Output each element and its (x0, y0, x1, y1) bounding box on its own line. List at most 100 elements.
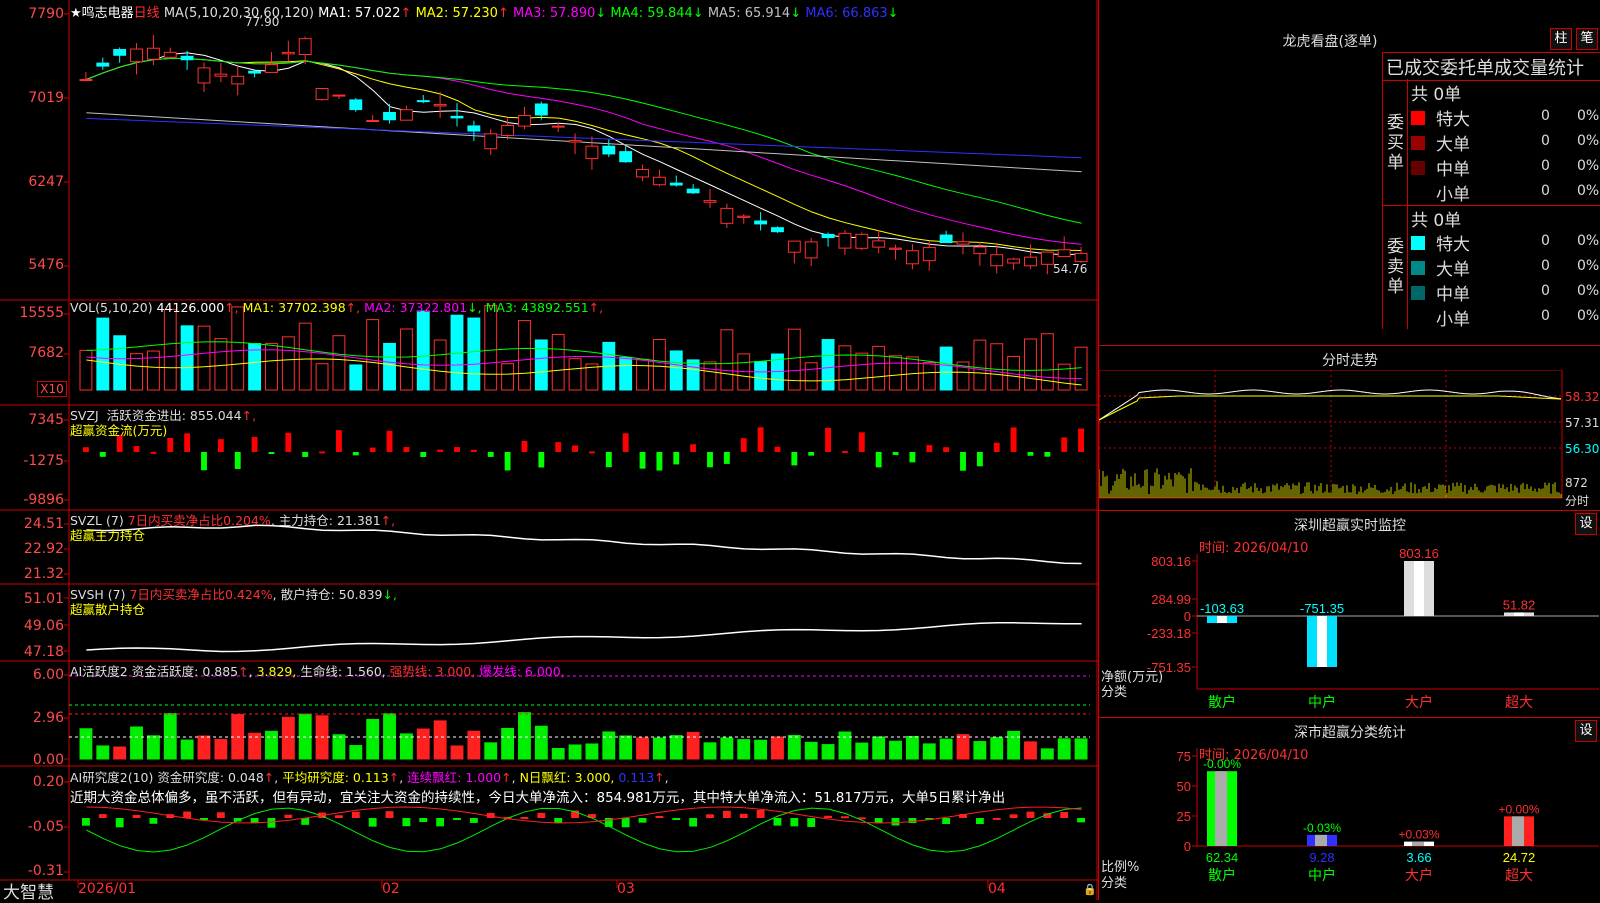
intraday-vol-unit: 分时 (1565, 494, 1590, 508)
svzj-bar (234, 452, 241, 469)
ma-line-2 (86, 57, 1082, 251)
candle (872, 240, 886, 248)
ai-research-bar (216, 812, 225, 818)
candle (1074, 252, 1088, 263)
class-axis-label: 25 (1177, 809, 1191, 824)
class-axis-label: 75 (1177, 749, 1191, 764)
svzl-axis-0: 24.51 (23, 516, 64, 532)
vol-arrow: ↑, (224, 300, 243, 315)
ai-active-bar (433, 720, 447, 760)
order-stat-title: 已成交委托单成交量统计 (1386, 58, 1584, 79)
ai-active-bar (366, 718, 380, 760)
ai-active-bar (585, 743, 599, 760)
ma-line-6 (86, 117, 1082, 159)
ai-research-bar (807, 818, 816, 827)
bar-mode-button[interactable]: 柱 (1550, 28, 1572, 50)
sz-class-axis-title2: 分类 (1101, 876, 1128, 891)
sell-row-pct-2: 0% (1577, 283, 1600, 299)
volume-bar (551, 333, 565, 391)
class-category-label: 大户 (1405, 867, 1433, 884)
intraday-axis-0: 58.32 (1565, 390, 1600, 404)
volume-bar (754, 361, 768, 391)
class-bar-highlight (1315, 834, 1327, 846)
tick-mode-button[interactable]: 笔 (1576, 28, 1598, 50)
price-axis-0: 7790 (28, 6, 64, 22)
volume-bar (636, 358, 649, 391)
vol-unit-button[interactable]: X10 (37, 381, 67, 397)
favorite-star-icon[interactable]: ★ (70, 6, 82, 21)
ai-research-bar (773, 818, 782, 826)
volume-bar (922, 362, 936, 391)
volume-bar (281, 336, 295, 391)
candle (197, 67, 211, 84)
ai-research-bar (1077, 818, 1085, 823)
ai-research-bar (436, 818, 445, 827)
volume-bar (315, 363, 329, 391)
ai-research-bar (149, 818, 158, 824)
svsh-line (86, 622, 1082, 653)
buy-side-label: 委买单 (1387, 113, 1404, 173)
ai-research-bar (891, 818, 900, 826)
candle (467, 125, 481, 132)
vol-ma-value-3: MA3: 43892.551 (485, 300, 589, 315)
svzj-bar (858, 432, 865, 452)
volume-bar (214, 338, 228, 391)
ai-active-bar (804, 741, 818, 760)
lock-icon[interactable]: 🔒 (1083, 883, 1097, 896)
class-axis-label: 0 (1184, 839, 1191, 854)
svzj-bar (791, 452, 798, 466)
period-label[interactable]: 日线 (134, 6, 160, 21)
candle (383, 112, 396, 121)
svzj-bar (926, 445, 933, 452)
svsh-axis-2: 47.18 (23, 644, 64, 660)
candle (1024, 256, 1037, 267)
ai-active-bar (450, 745, 464, 760)
ai-active-bar (889, 740, 902, 760)
ma-arrow-1: ↑ (400, 6, 416, 21)
price-axis-3: 5476 (28, 257, 64, 273)
price-low-label: 54.76 (1053, 262, 1088, 276)
volume-bar (163, 308, 177, 391)
intraday-chart[interactable] (1099, 370, 1600, 510)
svzj-bar (470, 449, 477, 452)
candle (939, 234, 953, 244)
sz-class-panel: 深市超赢分类统计 设 时间: 2026/04/10 75 50 25 0 -0.00% 6… (1099, 718, 1600, 900)
svzj-bar (285, 432, 292, 452)
ai-active-bar (113, 746, 127, 760)
buy-row-label-1: 大单 (1436, 135, 1470, 155)
volume-bar (686, 359, 700, 391)
candle (332, 94, 346, 97)
kline-chart[interactable] (0, 0, 1098, 900)
candle (619, 151, 633, 163)
ai-research-header: AI研究度2(10) 资金研究度: 0.048↑, 平均研究度: 0.113↑,… (70, 770, 669, 785)
svzj-bar (1010, 427, 1017, 452)
stock-name[interactable]: 鸣志电器 (82, 6, 134, 21)
intraday-avg-line (1099, 395, 1562, 421)
monitor-category-label: 超大 (1505, 695, 1533, 711)
ai-active-bar (214, 739, 228, 760)
class-change-label: -0.03% (1303, 821, 1341, 835)
main-chart-area[interactable]: ★鸣志电器日线 MA(5,10,20,30,60,120) MA1: 57.02… (0, 0, 1098, 903)
svzj-axis-2: -9896 (23, 492, 64, 508)
svzj-bar (892, 452, 899, 455)
ai-active-bar (383, 713, 396, 760)
svzj-bar (369, 447, 376, 452)
intraday-panel[interactable]: 分时走势 58.32 57.31 56.30 872 分时 (1099, 346, 1600, 511)
svzj-bar (656, 452, 663, 471)
ai-research-bar (385, 811, 394, 818)
monitor-category-label: 大户 (1405, 694, 1433, 711)
ai-research-bar (402, 818, 411, 827)
sell-row-count-1: 0 (1541, 258, 1550, 274)
candle (787, 240, 801, 253)
ai-active-bar (636, 737, 649, 760)
volume-bar (990, 343, 1004, 391)
volume-bar (383, 342, 396, 391)
candle (889, 247, 902, 250)
candle (669, 182, 683, 186)
ma-value-6: MA6: 66.863 (805, 6, 888, 21)
candle (518, 115, 531, 127)
ai-research-bar (722, 810, 731, 818)
date-axis-2: 03 (617, 881, 635, 897)
volume-bar (197, 325, 211, 391)
svzj-bar (99, 452, 106, 457)
